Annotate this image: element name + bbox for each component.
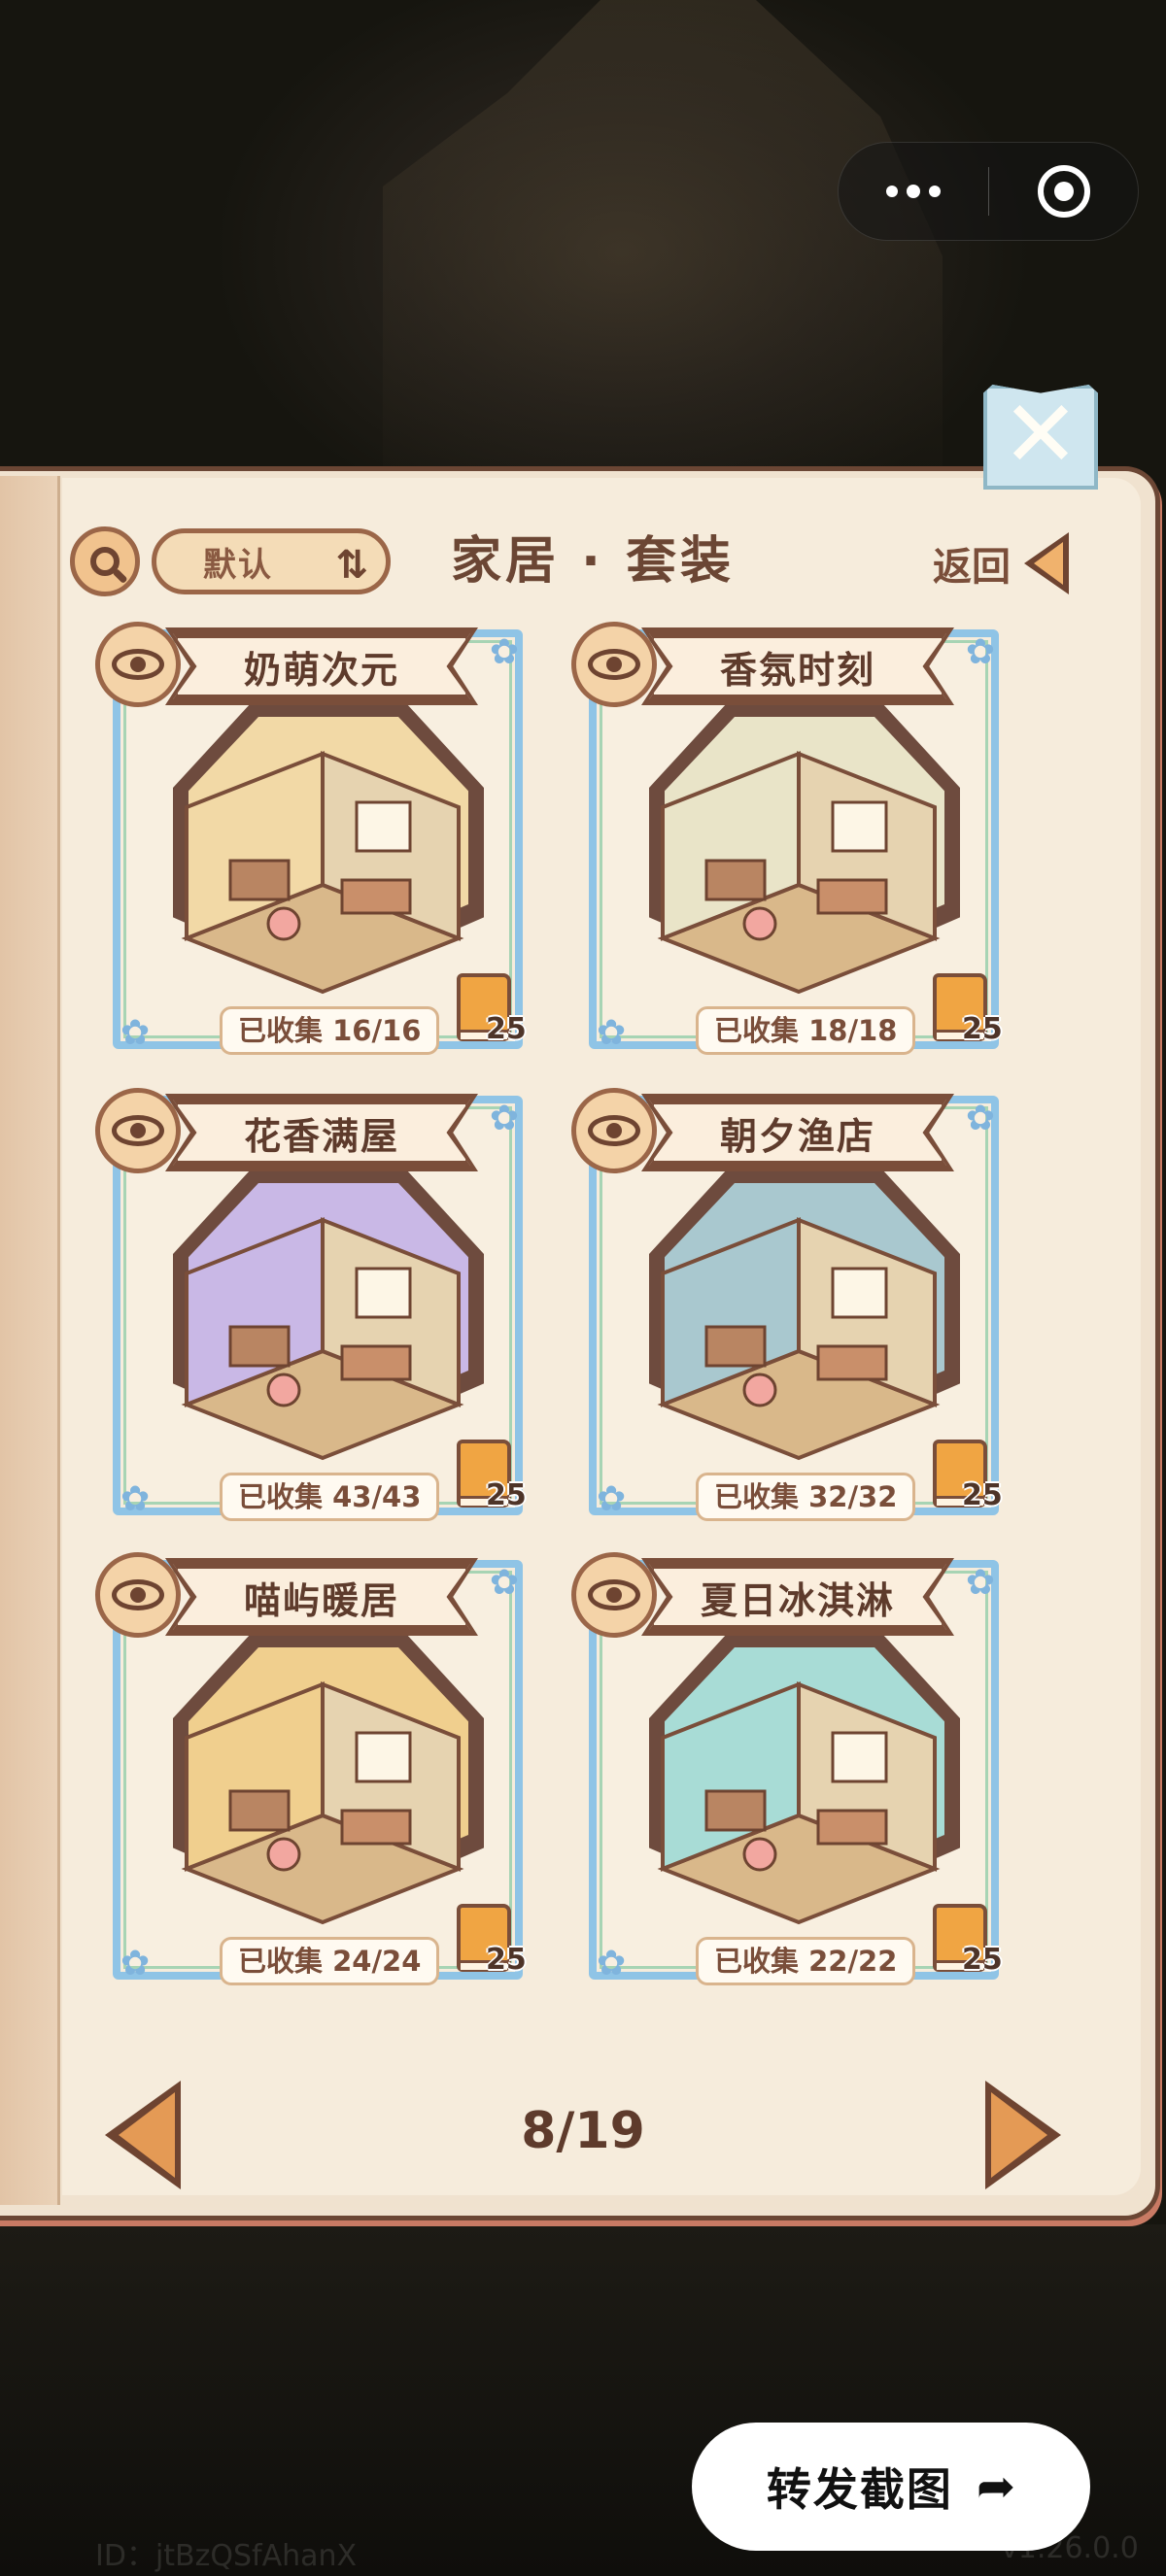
room-illustration (181, 751, 464, 995)
exit-miniprogram-button[interactable] (989, 143, 1138, 240)
eye-icon (588, 1115, 640, 1146)
set-card[interactable]: ✿ ✿ 花香满屋 已收集 43/43 25 (95, 1088, 531, 1521)
bow-icon: ✿ (120, 1013, 151, 1053)
search-button[interactable] (70, 526, 140, 596)
preview-button[interactable] (571, 1088, 657, 1173)
book-spine (0, 476, 60, 2205)
back-arrow-icon (1024, 532, 1069, 594)
preview-button[interactable] (571, 622, 657, 707)
book-badge: 25 (457, 1904, 527, 1977)
bow-icon: ✿ (120, 1944, 151, 1983)
title-ribbon: 花香满屋 (173, 1100, 470, 1166)
book-count: 25 (486, 1478, 527, 1512)
page-indicator: 8/19 (521, 2102, 645, 2160)
preview-button[interactable] (95, 1088, 181, 1173)
set-card[interactable]: ✿ ✿ 香氛时刻 已收集 18/18 25 (571, 622, 1007, 1055)
bow-icon: ✿ (597, 1013, 627, 1053)
collected-count: 已收集 16/16 (220, 1006, 440, 1055)
set-card[interactable]: ✿ ✿ 夏日冰淇淋 已收集 22/22 25 (571, 1552, 1007, 1985)
book-count: 25 (962, 1943, 1003, 1977)
room-image (138, 1645, 507, 1927)
book-badge: 25 (457, 973, 527, 1046)
eye-icon (588, 1579, 640, 1610)
close-button[interactable]: ✕ (983, 385, 1098, 490)
collected-count: 已收集 22/22 (696, 1937, 916, 1985)
preview-button[interactable] (95, 1552, 181, 1638)
set-name: 花香满屋 (243, 1114, 399, 1158)
title-ribbon: 喵屿暖居 (173, 1564, 470, 1630)
user-id: ID：jtBzQSfAhanX (95, 2539, 358, 2573)
bow-icon: ✿ (965, 632, 995, 672)
title-ribbon: 奶萌次元 (173, 633, 470, 699)
bow-icon: ✿ (489, 1099, 519, 1138)
book-badge: 25 (933, 973, 1003, 1046)
bow-icon: ✿ (965, 1563, 995, 1603)
eye-icon (112, 1115, 164, 1146)
target-icon (1037, 165, 1090, 218)
book-badge: 25 (933, 1904, 1003, 1977)
room-illustration (181, 1681, 464, 1925)
page-title: 家居 · 套装 (451, 532, 735, 591)
room-image (614, 1181, 983, 1463)
eye-icon (112, 649, 164, 680)
sort-dropdown[interactable]: 默认 ⇅ (152, 528, 391, 594)
bow-icon: ✿ (120, 1479, 151, 1519)
search-icon (90, 547, 120, 576)
title-ribbon: 香氛时刻 (649, 633, 946, 699)
version-label: v1.26.0.0 (1001, 2531, 1139, 2565)
share-icon: ➦ (976, 2459, 1016, 2514)
close-icon: ✕ (1001, 380, 1080, 489)
miniprogram-capsule (838, 142, 1139, 241)
bow-icon: ✿ (489, 632, 519, 672)
next-page-button[interactable] (985, 2081, 1061, 2189)
back-label: 返回 (933, 545, 1011, 590)
room-illustration (657, 751, 941, 995)
room-image (138, 715, 507, 997)
room-image (614, 1645, 983, 1927)
book-badge: 25 (457, 1440, 527, 1512)
room-illustration (657, 1681, 941, 1925)
room-image (138, 1181, 507, 1463)
room-illustration (657, 1217, 941, 1461)
collected-count: 已收集 24/24 (220, 1937, 440, 1985)
set-name: 奶萌次元 (243, 648, 399, 692)
set-card[interactable]: ✿ ✿ 朝夕渔店 已收集 32/32 25 (571, 1088, 1007, 1521)
bow-icon: ✿ (489, 1563, 519, 1603)
bow-icon: ✿ (965, 1099, 995, 1138)
collected-count: 已收集 32/32 (696, 1473, 916, 1521)
room-illustration (181, 1217, 464, 1461)
book-count: 25 (486, 1943, 527, 1977)
more-icon[interactable] (839, 143, 988, 240)
set-card[interactable]: ✿ ✿ 喵屿暖居 已收集 24/24 25 (95, 1552, 531, 1985)
sort-icon: ⇅ (335, 543, 368, 588)
set-card[interactable]: ✿ ✿ 奶萌次元 已收集 16/16 25 (95, 622, 531, 1055)
title-ribbon: 朝夕渔店 (649, 1100, 946, 1166)
book-count: 25 (962, 1478, 1003, 1512)
share-label: 转发截图 (766, 2463, 953, 2516)
collected-count: 已收集 43/43 (220, 1473, 440, 1521)
set-name: 夏日冰淇淋 (700, 1578, 895, 1622)
book-count: 25 (962, 1012, 1003, 1046)
preview-button[interactable] (571, 1552, 657, 1638)
bow-icon: ✿ (597, 1479, 627, 1519)
book-badge: 25 (933, 1440, 1003, 1512)
eye-icon (588, 649, 640, 680)
preview-button[interactable] (95, 622, 181, 707)
sort-label: 默认 (203, 545, 273, 585)
bow-icon: ✿ (597, 1944, 627, 1983)
eye-icon (112, 1579, 164, 1610)
title-ribbon: 夏日冰淇淋 (649, 1564, 946, 1630)
back-button[interactable]: 返回 (933, 532, 1069, 594)
set-name: 朝夕渔店 (719, 1114, 875, 1158)
book-count: 25 (486, 1012, 527, 1046)
set-name: 喵屿暖居 (243, 1578, 399, 1622)
room-image (614, 715, 983, 997)
set-name: 香氛时刻 (719, 648, 875, 692)
prev-page-button[interactable] (105, 2081, 181, 2189)
collected-count: 已收集 18/18 (696, 1006, 916, 1055)
